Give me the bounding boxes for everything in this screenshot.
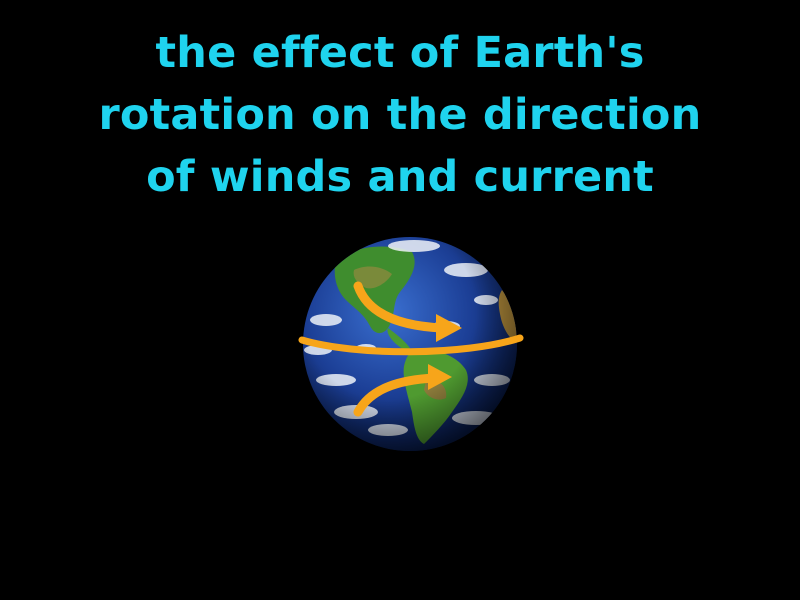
definition-line-3: of winds and current bbox=[146, 152, 654, 202]
definition-text: the effect of Earth's rotation on the di… bbox=[24, 22, 776, 208]
definition-line-2: rotation on the direction bbox=[98, 90, 702, 140]
definition-line-1: the effect of Earth's bbox=[155, 28, 645, 78]
earth-globe-illustration bbox=[296, 230, 528, 458]
earth-globe bbox=[298, 237, 524, 451]
